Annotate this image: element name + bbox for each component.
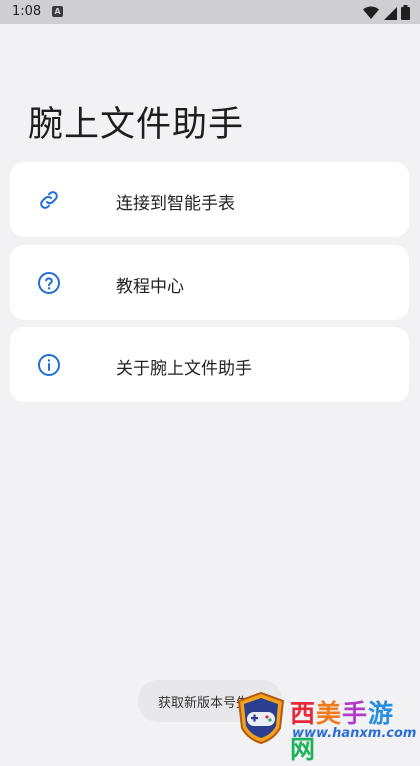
notification-icon: A <box>52 6 63 17</box>
about-app-label: 关于腕上文件助手 <box>116 359 252 379</box>
tutorial-center-label: 教程中心 <box>116 277 184 297</box>
help-circle-icon <box>38 272 60 294</box>
link-icon <box>40 191 58 209</box>
status-bar: 1:08 A <box>0 0 420 24</box>
info-circle-icon <box>38 354 60 376</box>
battery-icon <box>401 5 410 20</box>
connect-watch-label: 连接到智能手表 <box>116 194 235 214</box>
tutorial-center-button[interactable]: 教程中心 <box>10 245 409 320</box>
status-icons <box>363 5 410 20</box>
connect-watch-button[interactable]: 连接到智能手表 <box>10 162 409 237</box>
watermark: 西美手游网 www.hanxm.com <box>236 690 420 764</box>
wifi-icon <box>363 5 379 19</box>
status-time: 1:08 <box>12 4 42 19</box>
page-title: 腕上文件助手 <box>28 105 245 145</box>
about-app-button[interactable]: 关于腕上文件助手 <box>10 327 409 402</box>
signal-icon <box>384 6 397 20</box>
watermark-url: www.hanxm.com <box>292 726 417 741</box>
gamepad-shield-logo-icon <box>237 692 285 744</box>
